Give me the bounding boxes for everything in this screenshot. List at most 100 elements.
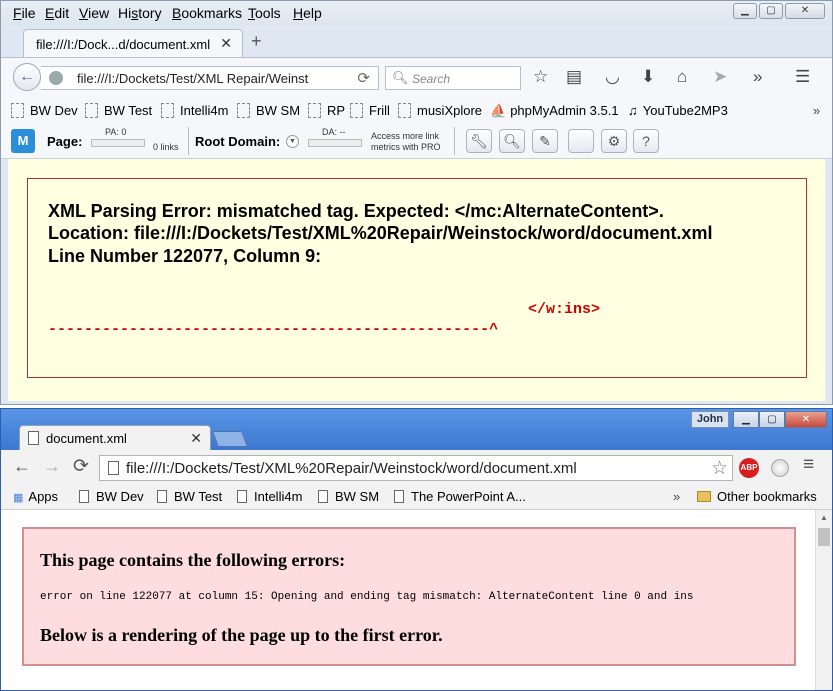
bookmark-label: BW Test	[174, 489, 223, 504]
gear-icon[interactable]: ⚙	[601, 129, 627, 153]
vertical-scrollbar[interactable]: ▲	[815, 510, 832, 690]
bookmark-bw-test[interactable]: BW Test	[85, 103, 152, 118]
bookmark-phpmyadmin[interactable]: ⛵ phpMyAdmin 3.5.1	[490, 103, 619, 119]
extension-icon[interactable]	[771, 459, 789, 477]
pro-promo-line2[interactable]: metrics with PRO	[371, 142, 441, 152]
download-icon[interactable]: ⬇	[641, 67, 655, 87]
search-placeholder: Search	[412, 72, 451, 86]
bookmark-label: phpMyAdmin 3.5.1	[510, 103, 619, 118]
bookmark-rp[interactable]: RP	[308, 103, 345, 118]
bookmark-musixplore[interactable]: musiXplore	[398, 103, 482, 118]
bookmark-powerpoint[interactable]: The PowerPoint A...	[394, 489, 526, 504]
maximize-button[interactable]: ▢	[759, 411, 785, 428]
error-detail: error on line 122077 at column 15: Openi…	[40, 591, 694, 603]
wrench-icon[interactable]: 🔧︎	[466, 129, 492, 153]
minimize-button[interactable]: ▁	[733, 411, 759, 428]
page-label: Page:	[47, 134, 83, 149]
user-profile-button[interactable]: John	[691, 411, 729, 428]
blank-button[interactable]	[568, 129, 594, 153]
new-tab-button[interactable]	[212, 431, 248, 447]
hamburger-menu-icon[interactable]: ☰	[795, 67, 810, 87]
bookmark-star-icon[interactable]: ☆	[533, 67, 548, 87]
search-input[interactable]: 🔍︎ Search	[385, 66, 521, 90]
menu-history[interactable]: History	[118, 5, 162, 21]
close-button[interactable]: ✕	[785, 411, 827, 428]
omnibox[interactable]: file:///I:/Dockets/Test/XML%20Repair/Wei…	[99, 455, 733, 481]
bookmark-bw-sm[interactable]: BW SM	[318, 489, 379, 504]
close-button[interactable]: ✕	[785, 3, 825, 19]
bookmark-star-icon[interactable]: ☆	[711, 457, 728, 480]
mozbar-toolbar: M Page: PA: 0 0 links Root Domain: ▼ DA:…	[1, 123, 832, 159]
folder-icon	[398, 103, 411, 118]
menu-tools[interactable]: Tools	[248, 5, 281, 21]
close-tab-icon[interactable]: ✕	[190, 430, 202, 447]
magnifier-icon[interactable]: 🔍︎	[499, 129, 525, 153]
bookmark-label: The PowerPoint A...	[411, 489, 526, 504]
bookmark-intelli4m[interactable]: Intelli4m	[237, 489, 302, 504]
tab-document[interactable]: file:///I:/Dock...d/document.xml ✕	[23, 29, 243, 57]
url-bar[interactable]: file:///I:/Dockets/Test/XML Repair/Weins…	[41, 66, 379, 90]
new-tab-button[interactable]: +	[251, 31, 262, 52]
other-bookmarks[interactable]: Other bookmarks	[697, 489, 817, 504]
bookmarks-list-icon[interactable]: ▤	[566, 67, 582, 87]
maximize-button[interactable]: ▢	[759, 3, 783, 19]
bookmark-bw-sm[interactable]: BW SM	[237, 103, 300, 118]
menu-bookmarks[interactable]: Bookmarks	[172, 5, 242, 21]
scrollbar-thumb[interactable]	[818, 528, 830, 546]
bookmark-bw-dev[interactable]: BW Dev	[11, 103, 78, 118]
minimize-button[interactable]: ▁	[733, 3, 757, 19]
bookmark-youtube2mp3[interactable]: ♫ YouTube2MP3	[628, 103, 728, 118]
firefox-page-content: XML Parsing Error: mismatched tag. Expec…	[8, 159, 825, 401]
error-heading: This page contains the following errors:	[40, 550, 346, 570]
folder-icon	[350, 103, 363, 118]
bookmark-label: Apps	[28, 489, 59, 504]
forward-arrow-icon[interactable]: →	[43, 456, 61, 477]
reload-icon[interactable]: ⟳	[357, 69, 370, 87]
xml-parsing-error-box: XML Parsing Error: mismatched tag. Expec…	[27, 178, 807, 378]
help-icon[interactable]: ?	[633, 129, 659, 153]
error-location: Location: file:///I:/Dockets/Test/XML%20…	[48, 223, 713, 243]
send-icon[interactable]: ➤	[713, 67, 727, 87]
pro-promo-line1[interactable]: Access more link	[371, 131, 439, 141]
menu-edit[interactable]: Edit	[45, 5, 69, 21]
bookmark-label: BW Dev	[96, 489, 144, 504]
bookmarks-overflow-icon[interactable]: »	[673, 489, 680, 504]
pocket-icon[interactable]: ◡	[605, 67, 620, 87]
other-bookmarks-label: Other bookmarks	[717, 489, 817, 504]
back-button[interactable]: ←	[13, 63, 41, 91]
folder-icon	[161, 103, 174, 118]
moz-logo-icon[interactable]: M	[11, 129, 35, 153]
search-icon: 🔍︎	[392, 70, 409, 85]
apps-grid-icon: ▦	[13, 492, 24, 504]
tab-document-xml[interactable]: document.xml ✕	[19, 425, 211, 451]
chrome-menu-icon[interactable]: ≡	[803, 454, 814, 476]
menu-file[interactable]: File	[13, 5, 36, 21]
folder-icon	[308, 103, 321, 118]
error-pointer: ----------------------------------------…	[48, 321, 499, 338]
bookmark-bw-dev[interactable]: BW Dev	[79, 489, 144, 504]
pencil-icon[interactable]: ✎	[532, 129, 558, 153]
chrome-window: John ▁ ▢ ✕ document.xml ✕ ← → ⟳ file:///…	[0, 408, 833, 691]
bookmark-frill[interactable]: Frill	[350, 103, 390, 118]
scroll-up-icon[interactable]: ▲	[818, 513, 830, 522]
bookmark-bw-test[interactable]: BW Test	[157, 489, 222, 504]
bookmark-apps[interactable]: ▦ Apps	[13, 489, 58, 504]
firefox-window: File Edit View History Bookmarks Tools H…	[0, 0, 833, 405]
close-tab-icon[interactable]: ✕	[220, 35, 232, 52]
page-icon	[157, 490, 167, 503]
overflow-icon[interactable]: »	[753, 67, 762, 87]
menu-view[interactable]: View	[79, 5, 109, 21]
bookmarks-overflow-icon[interactable]: »	[813, 103, 820, 118]
back-arrow-icon[interactable]: ←	[13, 456, 31, 477]
adblock-plus-icon[interactable]: ABP	[739, 458, 759, 478]
bookmark-label: musiXplore	[417, 103, 483, 118]
error-message: XML Parsing Error: mismatched tag. Expec…	[48, 201, 664, 221]
music-note-icon: ♫	[628, 103, 638, 118]
da-meter	[308, 139, 362, 147]
chevron-down-icon[interactable]: ▼	[286, 135, 299, 148]
home-icon[interactable]: ⌂	[677, 67, 687, 87]
folder-icon	[85, 103, 98, 118]
menu-help[interactable]: Help	[293, 5, 322, 21]
bookmark-intelli4m[interactable]: Intelli4m	[161, 103, 228, 118]
reload-icon[interactable]: ⟳	[73, 455, 89, 478]
